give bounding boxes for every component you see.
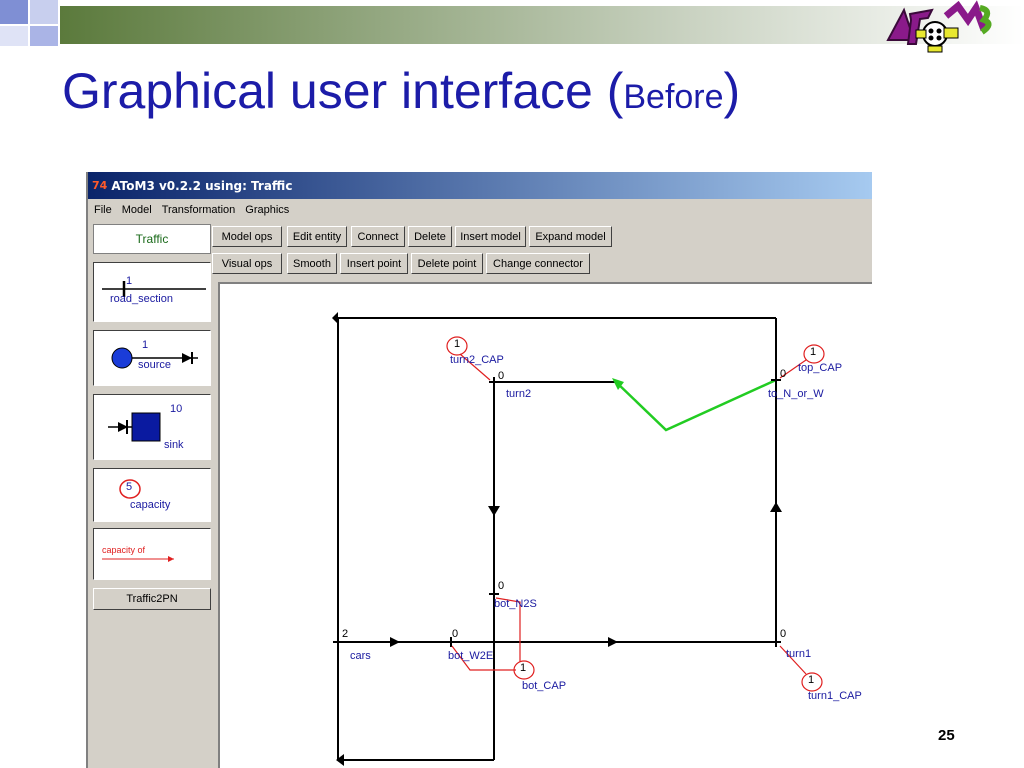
source-icon xyxy=(111,347,198,369)
visual-ops-button[interactable]: Visual ops xyxy=(212,253,282,274)
menu-transformation[interactable]: Transformation xyxy=(162,204,236,216)
top-cap-value: 1 xyxy=(810,346,817,358)
connect-button[interactable]: Connect xyxy=(351,226,405,247)
app-window: 74 AToM3 v0.2.2 using: Traffic File Mode… xyxy=(86,172,872,768)
window-titlebar[interactable]: 74 AToM3 v0.2.2 using: Traffic xyxy=(88,172,872,199)
sink-label: sink xyxy=(164,439,184,451)
bot-n2s-value: 0 xyxy=(498,580,505,592)
delete-button[interactable]: Delete xyxy=(408,226,452,247)
to-n-or-w-value: 0 xyxy=(780,368,787,380)
turn1-cap-value: 1 xyxy=(808,674,815,686)
bot-cap-label: bot_CAP xyxy=(522,680,567,692)
cars-value: 2 xyxy=(342,628,349,640)
road-section-label: road_section xyxy=(110,293,173,305)
source-label: source xyxy=(138,359,172,371)
top-cap-label: top_CAP xyxy=(798,362,843,374)
turn1-label: turn1 xyxy=(786,648,812,660)
capacity-of-icon xyxy=(102,556,174,562)
bot-w2e-value: 0 xyxy=(452,628,459,640)
cars-label: cars xyxy=(350,650,371,662)
decor-square xyxy=(30,0,58,24)
palette-tab-traffic[interactable]: Traffic xyxy=(93,224,211,254)
bot-w2e-label: bot_W2E xyxy=(448,650,494,662)
menu-bar: File Model Transformation Graphics xyxy=(88,199,872,221)
bot-n2s-label: bot_N2S xyxy=(494,598,537,610)
edit-entity-button[interactable]: Edit entity xyxy=(287,226,347,247)
palette-road-section[interactable]: 1 road_section xyxy=(93,262,211,322)
turn2-value: 0 xyxy=(498,370,505,382)
capacity-icon xyxy=(119,479,141,499)
expand-model-button[interactable]: Expand model xyxy=(529,226,612,247)
slide-title-small: Before xyxy=(623,78,724,116)
decor-square xyxy=(30,26,58,46)
insert-model-button[interactable]: Insert model xyxy=(455,226,526,247)
delete-point-button[interactable]: Delete point xyxy=(411,253,483,274)
smooth-button[interactable]: Smooth xyxy=(287,253,337,274)
model-canvas[interactable]: 1 turn2_CAP 0 turn2 1 top_CAP 0 to_N_or_… xyxy=(218,282,872,768)
traffic-diagram xyxy=(332,312,825,766)
menu-file[interactable]: File xyxy=(94,204,112,216)
menu-graphics[interactable]: Graphics xyxy=(245,204,289,216)
page-number: 25 xyxy=(938,727,955,744)
app-icon: 74 xyxy=(92,179,108,192)
model-ops-button[interactable]: Model ops xyxy=(212,226,282,247)
window-title: AToM3 v0.2.2 using: Traffic xyxy=(111,178,293,193)
traffic2pn-button[interactable]: Traffic2PN xyxy=(93,588,211,610)
sink-count: 10 xyxy=(170,403,183,415)
menu-model[interactable]: Model xyxy=(122,204,152,216)
sink-icon xyxy=(108,412,161,442)
road-section-icon xyxy=(102,281,206,297)
decor-square xyxy=(0,26,28,46)
turn1-cap-label: turn1_CAP xyxy=(808,690,862,702)
palette-capacity-of[interactable]: capacity of xyxy=(93,528,211,580)
palette-source[interactable]: 1 source xyxy=(93,330,211,386)
turn2-cap-label: turn2_CAP xyxy=(450,354,504,366)
palette-capacity[interactable]: 5 capacity xyxy=(93,468,211,522)
road-section-count: 1 xyxy=(126,275,133,287)
bot-cap-value: 1 xyxy=(520,662,527,674)
slide-title-close: ) xyxy=(723,63,741,119)
change-connector-button[interactable]: Change connector xyxy=(486,253,590,274)
decor-square xyxy=(0,0,28,24)
palette-sink[interactable]: 10 sink xyxy=(93,394,211,460)
capacity-count: 5 xyxy=(126,481,133,493)
to-n-or-w-label: to_N_or_W xyxy=(768,388,824,400)
atom3-logo xyxy=(886,0,992,53)
source-count: 1 xyxy=(142,339,149,351)
turn1-value: 0 xyxy=(780,628,787,640)
capacity-label: capacity xyxy=(130,499,171,511)
slide-title-main: Graphical user interface ( xyxy=(62,63,624,119)
turn2-cap-value: 1 xyxy=(454,338,461,350)
turn2-label: turn2 xyxy=(506,388,532,400)
insert-point-button[interactable]: Insert point xyxy=(340,253,408,274)
slide-title: Graphical user interface (Before) xyxy=(62,62,740,120)
